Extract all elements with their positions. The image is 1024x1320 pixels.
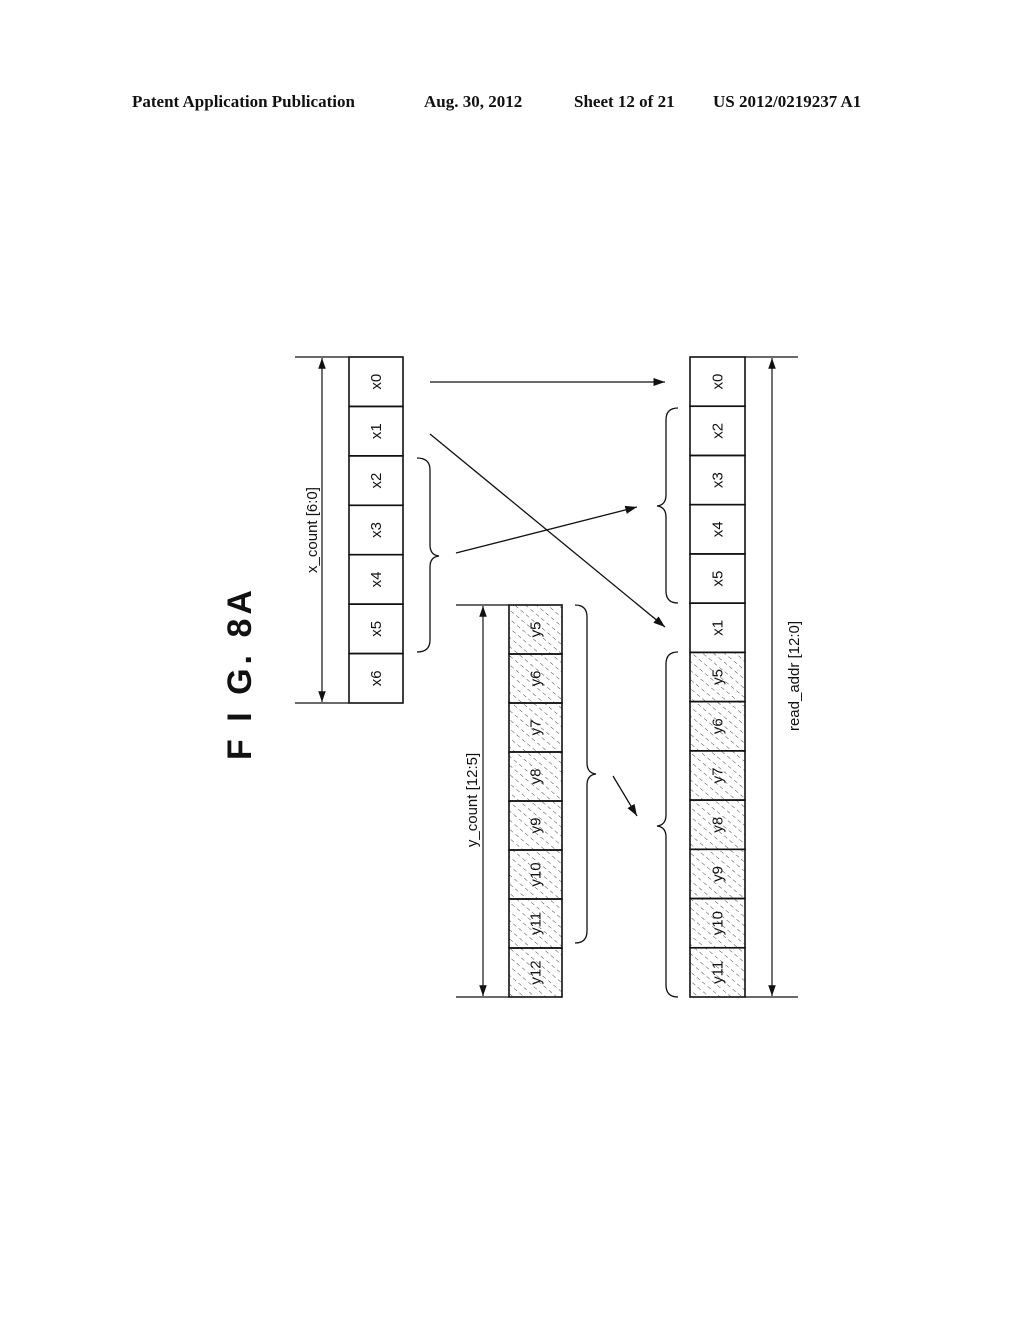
cell-label: y11 bbox=[528, 912, 545, 935]
cell-label: y9 bbox=[710, 866, 727, 882]
y-count-cell-y9: y9 bbox=[508, 800, 563, 851]
cell-label: x5 bbox=[710, 571, 727, 587]
y-count-cell-y5: y5 bbox=[508, 604, 563, 655]
y-count-cell-y12: y12 bbox=[508, 947, 563, 998]
arrow-x2x5-to-x2x5 bbox=[455, 505, 638, 554]
cell-label: y10 bbox=[528, 862, 545, 886]
cell-label: y12 bbox=[528, 960, 545, 984]
read-addr-cell-y6: y6 bbox=[689, 700, 746, 752]
y-count-cell-y11: y11 bbox=[508, 898, 563, 949]
read-addr-cell-x3: x3 bbox=[689, 454, 746, 506]
cell-label: x0 bbox=[710, 374, 727, 390]
figure-label: F I G. 8A bbox=[221, 586, 259, 760]
arrow-x1-to-x1 bbox=[429, 433, 666, 628]
read-addr-cell-y7: y7 bbox=[689, 750, 746, 801]
cell-label: x1 bbox=[710, 620, 727, 636]
read-addr-cell-y8: y8 bbox=[689, 799, 746, 851]
y-count-cell-y6: y6 bbox=[508, 653, 563, 704]
read-addr-column: x0 x2 x3 x4 x5 x1 y5 y6 y7 y8 y9 y10 y11 bbox=[689, 356, 798, 998]
y-count-cell-y7: y7 bbox=[508, 702, 563, 753]
cell-label: x1 bbox=[368, 423, 385, 439]
cell-label: y5 bbox=[528, 622, 545, 638]
cell-label: y7 bbox=[710, 768, 727, 784]
read-addr-cell-x2: x2 bbox=[689, 405, 746, 457]
read-addr-cell-y9: y9 bbox=[689, 848, 746, 900]
cell-label: x3 bbox=[368, 522, 385, 538]
cell-label: y8 bbox=[710, 817, 727, 833]
y-count-cell-y10: y10 bbox=[508, 849, 563, 900]
figure-8a-diagram: F I G. 8A x0 x1 x2 x3 x4 x5 x6 y5 y6 y7 y8 y9 y10 y1… bbox=[221, 356, 803, 998]
x-count-cell-x6: x6 bbox=[348, 652, 404, 704]
cell-label: y10 bbox=[710, 911, 727, 935]
cell-label: x0 bbox=[368, 374, 385, 390]
cell-label: y11 bbox=[710, 961, 727, 984]
cell-label: x2 bbox=[710, 423, 727, 439]
brace-y-source bbox=[574, 604, 597, 944]
cell-label: y8 bbox=[528, 769, 545, 785]
x-count-cell-x5: x5 bbox=[348, 603, 404, 655]
read-addr-cell-x4: x4 bbox=[689, 503, 746, 555]
read-addr-cell-y11: y11 bbox=[689, 946, 746, 998]
brace-y-target bbox=[656, 651, 679, 998]
cell-label: y7 bbox=[528, 720, 545, 736]
cell-label: x2 bbox=[368, 473, 385, 489]
x-count-cell-x3: x3 bbox=[348, 504, 404, 556]
x-count-cell-x2: x2 bbox=[348, 455, 404, 507]
brace-x2-x5-source bbox=[416, 457, 440, 653]
x-count-dimension-label: x_count [6:0] bbox=[304, 487, 321, 573]
cell-label: x4 bbox=[710, 521, 727, 537]
cell-label: y6 bbox=[528, 671, 545, 687]
x-count-cell-x0: x0 bbox=[348, 356, 404, 408]
x-count-cell-x4: x4 bbox=[348, 553, 404, 605]
brace-x2-x5-target bbox=[656, 407, 679, 604]
x-count-cell-x1: x1 bbox=[348, 405, 404, 457]
y-count-dimension-label: y_count [12:5] bbox=[464, 753, 481, 847]
cell-label: x3 bbox=[710, 472, 727, 488]
cell-label: x4 bbox=[368, 572, 385, 588]
y-count-cell-y8: y8 bbox=[508, 751, 563, 802]
cell-label: y5 bbox=[710, 669, 727, 685]
read-addr-cell-x0: x0 bbox=[689, 356, 746, 408]
cell-label: x6 bbox=[368, 670, 385, 686]
cell-label: y9 bbox=[528, 818, 545, 834]
read-addr-cell-x1: x1 bbox=[689, 602, 746, 654]
cell-label: x5 bbox=[368, 621, 385, 637]
read-addr-cell-x5: x5 bbox=[689, 553, 746, 604]
read-addr-dimension-label: read_addr [12:0] bbox=[786, 621, 803, 731]
read-addr-cell-y5: y5 bbox=[689, 651, 746, 703]
cell-label: y6 bbox=[710, 718, 727, 734]
read-addr-cell-y10: y10 bbox=[689, 897, 746, 949]
arrow-y-to-y bbox=[612, 775, 638, 817]
